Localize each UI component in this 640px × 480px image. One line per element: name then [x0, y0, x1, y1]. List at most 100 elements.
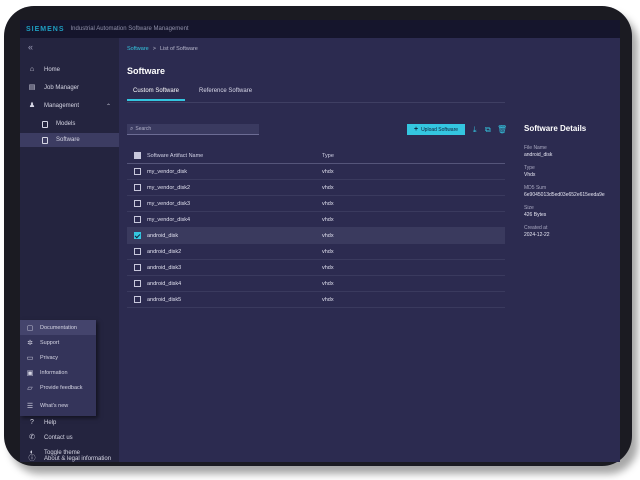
- column-header-type[interactable]: Type: [322, 153, 334, 159]
- details-title: Software Details: [524, 124, 587, 133]
- help-icon: ?: [30, 419, 34, 426]
- row-checkbox[interactable]: [134, 248, 141, 255]
- support-icon: ✲: [27, 339, 33, 347]
- sidebar-item-contact[interactable]: ✆ Contact us: [20, 431, 119, 445]
- detail-value: Vhdx: [524, 172, 536, 178]
- row-name: android_disk4: [147, 280, 182, 287]
- row-checkbox[interactable]: [134, 216, 141, 223]
- sidebar-item-models[interactable]: Models: [20, 117, 119, 131]
- upload-software-label: Upload Software: [421, 126, 459, 133]
- search-icon: ⌕: [130, 125, 134, 132]
- help-menu-feedback[interactable]: ▱ Provide feedback: [20, 380, 96, 395]
- sidebar-item-home[interactable]: ⌂ Home: [20, 63, 119, 77]
- software-icon: [42, 136, 48, 144]
- breadcrumb-separator: >: [152, 46, 156, 52]
- feedback-icon: ▱: [27, 384, 33, 392]
- row-name: my_vendor_disk4: [147, 216, 191, 223]
- download-icon[interactable]: ⤓: [473, 124, 477, 135]
- sidebar: « ⌂ Home ▤ Job Manager ♟ Management ⌃ Mo…: [20, 38, 119, 462]
- table-row-selected[interactable]: android_disk vhdx: [127, 228, 505, 244]
- sidebar-item-label: Software: [56, 137, 80, 143]
- row-name: android_disk3: [147, 264, 182, 271]
- row-checkbox[interactable]: [134, 232, 141, 239]
- table-row[interactable]: my_vendor_disk3 vhdx: [127, 196, 505, 212]
- row-type: vhdx: [322, 168, 334, 175]
- detail-value: 426 Bytes: [524, 212, 547, 218]
- top-bar: SIEMENS Industrial Automation Software M…: [20, 20, 620, 38]
- row-checkbox[interactable]: [134, 264, 141, 271]
- table-row[interactable]: android_disk4 vhdx: [127, 276, 505, 292]
- help-menu-support[interactable]: ✲ Support: [20, 335, 96, 350]
- table-row[interactable]: android_disk2 vhdx: [127, 244, 505, 260]
- row-checkbox[interactable]: [134, 296, 141, 303]
- row-checkbox[interactable]: [134, 168, 141, 175]
- detail-label: MD5 Sum: [524, 185, 547, 191]
- search-input[interactable]: ⌕ Search: [127, 124, 259, 135]
- table-row[interactable]: my_vendor_disk2 vhdx: [127, 180, 505, 196]
- row-type: vhdx: [322, 232, 334, 239]
- help-menu-privacy[interactable]: ▭ Privacy: [20, 350, 96, 365]
- phone-icon: ✆: [29, 434, 35, 441]
- upload-software-button[interactable]: + Upload Software: [407, 124, 465, 135]
- device-frame: SIEMENS Industrial Automation Software M…: [4, 6, 632, 466]
- detail-value: 6e9045013d5ed03e652e615eeda9e: [524, 192, 605, 198]
- tab-custom-software[interactable]: Custom Software: [127, 88, 186, 101]
- row-checkbox[interactable]: [134, 200, 141, 207]
- row-type: vhdx: [322, 216, 334, 223]
- help-menu-label: Support: [40, 339, 60, 346]
- table-row[interactable]: android_disk5 vhdx: [127, 292, 505, 308]
- table-row[interactable]: my_vendor_disk4 vhdx: [127, 212, 505, 228]
- sidebar-item-label: Job Manager: [44, 85, 80, 91]
- help-menu: ▢ Documentation ✲ Support ▭ Privacy ▣ In…: [20, 320, 96, 416]
- table-row[interactable]: my_vendor_disk vhdx: [127, 164, 505, 180]
- select-all-checkbox[interactable]: [134, 152, 141, 159]
- row-name: android_disk5: [147, 296, 182, 303]
- search-placeholder: Search: [135, 126, 152, 132]
- row-checkbox[interactable]: [134, 184, 141, 191]
- users-icon: ♟: [28, 102, 36, 109]
- breadcrumb-current: List of Software: [159, 46, 198, 52]
- detail-value: android_disk: [524, 152, 553, 158]
- tabs: Custom Software Reference Software: [127, 88, 266, 101]
- breadcrumb: Software > List of Software: [127, 46, 198, 52]
- clipboard-icon: ▤: [28, 84, 36, 91]
- model-icon: [42, 120, 48, 128]
- sidebar-item-management[interactable]: ♟ Management ⌃: [20, 99, 119, 113]
- sidebar-item-label: Help: [44, 420, 57, 426]
- sidebar-item-label: Contact us: [44, 435, 73, 441]
- copy-icon[interactable]: ⧉: [485, 124, 491, 135]
- row-name: android_disk: [147, 232, 179, 239]
- table-row[interactable]: android_disk3 vhdx: [127, 260, 505, 276]
- sidebar-item-software[interactable]: Software: [20, 133, 119, 147]
- plus-icon: +: [413, 126, 419, 133]
- help-menu-whats-new[interactable]: ☰ What's new: [20, 398, 96, 413]
- lock-icon: ▭: [26, 354, 34, 362]
- main-content: Software > List of Software Software Cus…: [119, 38, 620, 462]
- help-menu-label: Documentation: [40, 324, 77, 331]
- breadcrumb-software-link[interactable]: Software: [127, 46, 149, 52]
- document-icon: ▢: [26, 324, 34, 332]
- help-menu-label: What's new: [40, 402, 69, 409]
- collapse-sidebar-icon[interactable]: «: [28, 42, 33, 52]
- row-name: android_disk2: [147, 248, 182, 255]
- help-menu-label: Privacy: [40, 354, 59, 361]
- row-checkbox[interactable]: [134, 280, 141, 287]
- help-menu-label: Information: [40, 369, 68, 376]
- sidebar-item-about[interactable]: ⓘ About & legal information: [20, 455, 119, 462]
- column-header-name[interactable]: Software Artifact Name: [147, 153, 322, 159]
- sidebar-item-label: Home: [44, 67, 61, 73]
- detail-label: File Name: [524, 145, 547, 151]
- trash-icon[interactable]: 🗑: [497, 124, 507, 135]
- help-menu-information[interactable]: ▣ Information: [20, 365, 96, 380]
- detail-value: 2024-12-22: [524, 232, 550, 238]
- help-menu-documentation[interactable]: ▢ Documentation: [20, 320, 96, 335]
- row-type: vhdx: [322, 280, 334, 287]
- home-icon: ⌂: [29, 66, 35, 73]
- chevron-up-icon: ⌃: [105, 103, 111, 110]
- sidebar-item-label: About & legal information: [44, 455, 112, 462]
- table-header-row: Software Artifact Name Type: [127, 148, 505, 164]
- sidebar-item-help[interactable]: ? Help: [20, 416, 119, 430]
- software-table: Software Artifact Name Type my_vendor_di…: [127, 148, 505, 308]
- sidebar-item-job-manager[interactable]: ▤ Job Manager: [20, 81, 119, 95]
- tab-reference-software[interactable]: Reference Software: [193, 88, 258, 101]
